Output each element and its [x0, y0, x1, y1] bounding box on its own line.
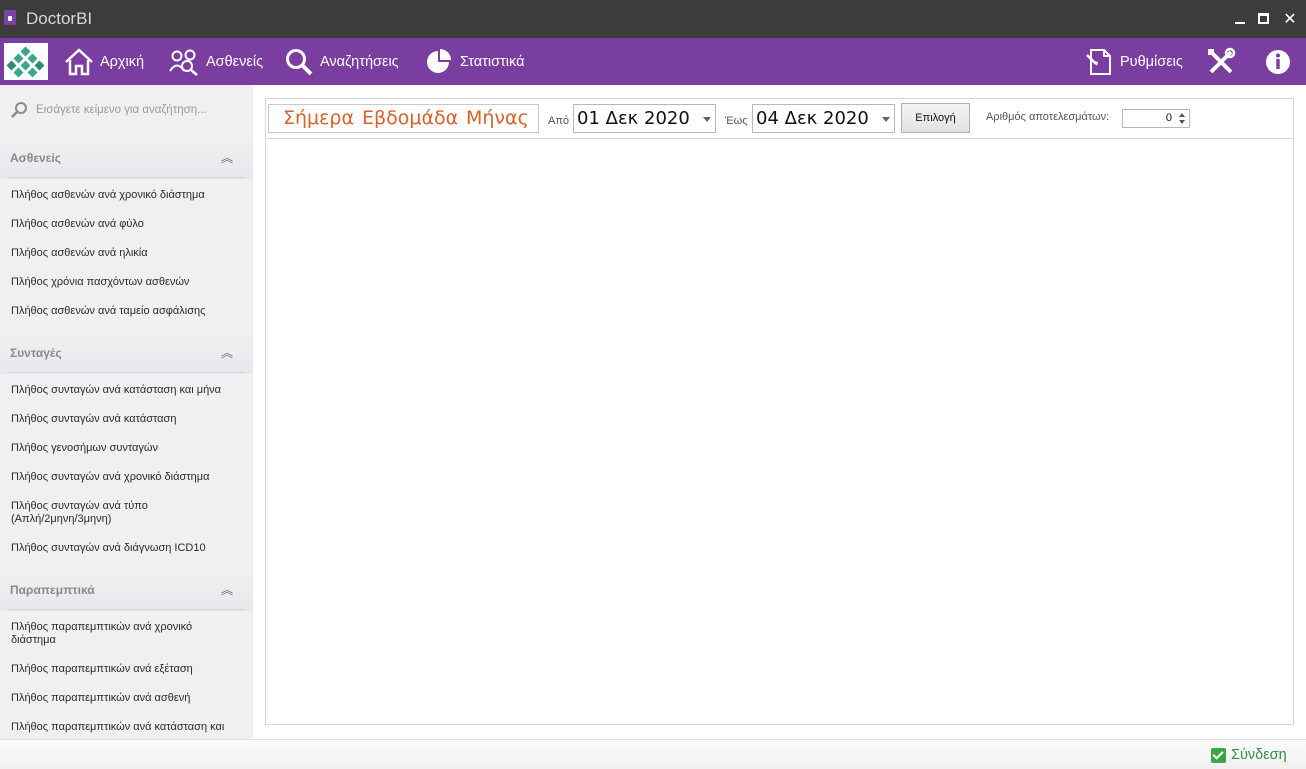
nav-statistics-label: Στατιστικά	[460, 53, 525, 70]
sidebar-search[interactable]: Εισάγετε κείμενο για αναζήτηση...	[10, 101, 207, 119]
main-toolbar: Αρχική Ασθενείς Αναζητήσεις Στατιστικά Ρ…	[0, 38, 1306, 85]
sidebar-item[interactable]: Πλήθος παραπεμπτικών ανά χρονικό διάστημ…	[11, 621, 221, 647]
sidebar-item[interactable]: Πλήθος παραπεμπτικών ανά ασθενή	[11, 692, 246, 705]
to-date-value: 04 Δεκ 2020	[756, 108, 869, 129]
sidebar: Εισάγετε κείμενο για αναζήτηση... Ασθενε…	[0, 85, 253, 739]
sidebar-item[interactable]: Πλήθος ασθενών ανά φύλο	[11, 218, 246, 231]
sidebar-item[interactable]: Πλήθος συνταγών ανά διάγνωση ICD10	[11, 542, 246, 555]
window-title: DoctorBI	[26, 9, 93, 28]
to-date-picker[interactable]: 04 Δεκ 2020	[752, 104, 895, 133]
date-filter-bar: Σήμερα Εβδομάδα Μήνας Από 01 Δεκ 2020 Έω…	[266, 99, 1293, 139]
nav-settings-label: Ρυθμίσεις	[1120, 53, 1183, 70]
tools-icon	[1208, 47, 1236, 73]
results-count-spinner[interactable]: 0	[1122, 109, 1190, 128]
collapse-chevron-icon[interactable]: ︽	[221, 149, 233, 166]
collapse-chevron-icon[interactable]: ︽	[221, 344, 233, 361]
results-count-label: Αριθμός αποτελεσμάτων:	[986, 111, 1110, 123]
nav-settings[interactable]: Ρυθμίσεις	[1084, 38, 1183, 85]
from-date-picker[interactable]: 01 Δεκ 2020	[573, 104, 716, 133]
quick-week-link[interactable]: Εβδομάδα	[362, 107, 458, 129]
app-icon	[4, 10, 16, 25]
quick-month-link[interactable]: Μήνας	[466, 107, 529, 129]
patients-icon	[169, 49, 198, 76]
dropdown-arrow-icon[interactable]	[882, 117, 890, 122]
results-panel: Σήμερα Εβδομάδα Μήνας Από 01 Δεκ 2020 Έω…	[265, 98, 1294, 725]
sidebar-item[interactable]: Πλήθος ασθενών ανά ηλικία	[11, 247, 246, 260]
title-bar: DoctorBI ✕	[0, 0, 1306, 38]
quick-today-link[interactable]: Σήμερα	[283, 107, 354, 129]
from-date-value: 01 Δεκ 2020	[577, 108, 690, 129]
divider	[8, 177, 244, 178]
select-button[interactable]: Επιλογή	[901, 103, 970, 133]
divider	[8, 609, 244, 610]
nav-statistics[interactable]: Στατιστικά	[424, 38, 524, 85]
home-icon	[65, 47, 93, 75]
nav-patients[interactable]: Ασθενείς	[168, 38, 263, 85]
sidebar-item[interactable]: Πλήθος παραπεμπτικών ανά κατάσταση και	[11, 721, 246, 734]
sidebar-item[interactable]: Πλήθος ασθενών ανά χρονικό διάστημα	[11, 189, 246, 202]
maximize-button[interactable]	[1253, 8, 1275, 30]
sidebar-item[interactable]: Πλήθος χρόνια πασχόντων ασθενών	[11, 276, 246, 289]
info-button[interactable]	[1264, 38, 1298, 85]
info-icon	[1266, 49, 1290, 74]
login-label: Σύνδεση	[1231, 747, 1287, 763]
sidebar-item[interactable]: Πλήθος συνταγών ανά χρονικό διάστημα	[11, 471, 246, 484]
tools-button[interactable]	[1206, 38, 1242, 85]
search-icon	[286, 48, 313, 75]
spin-up-icon[interactable]	[1179, 113, 1185, 117]
nav-searches-label: Αναζητήσεις	[320, 53, 399, 70]
magnifier-icon	[11, 102, 27, 118]
close-button[interactable]: ✕	[1279, 8, 1301, 30]
pie-chart-icon	[427, 48, 451, 73]
dropdown-arrow-icon[interactable]	[703, 117, 711, 122]
sidebar-item[interactable]: Πλήθος ασθενών ανά ταμείο ασφάλισης	[11, 305, 246, 318]
logo-icon	[6, 46, 45, 78]
quick-range-box: Σήμερα Εβδομάδα Μήνας	[268, 104, 539, 133]
group-header-patients[interactable]: Ασθενείς ︽	[0, 139, 253, 179]
group-header-referrals[interactable]: Παραπεμπτικά ︽	[0, 571, 253, 611]
from-label: Από	[548, 115, 570, 127]
group-title: Ασθενείς	[10, 151, 61, 165]
sidebar-item[interactable]: Πλήθος συνταγών ανά κατάσταση και μήνα	[11, 384, 246, 397]
sidebar-search-input[interactable]: Εισάγετε κείμενο για αναζήτηση...	[36, 104, 207, 116]
group-header-prescriptions[interactable]: Συνταγές ︽	[0, 334, 253, 374]
collapse-chevron-icon[interactable]: ︽	[221, 581, 233, 598]
settings-document-icon	[1086, 48, 1111, 75]
to-label: Έως	[725, 115, 748, 127]
group-title: Παραπεμπτικά	[10, 583, 95, 597]
sidebar-item[interactable]: Πλήθος γενοσήμων συνταγών	[11, 442, 246, 455]
results-count-value: 0	[1165, 112, 1172, 124]
nav-home-label: Αρχική	[100, 53, 145, 70]
status-bar: Σύνδεση	[0, 739, 1306, 769]
sidebar-item[interactable]: Πλήθος παραπεμπτικών ανά εξέταση	[11, 663, 246, 676]
nav-patients-label: Ασθενείς	[206, 53, 264, 70]
sidebar-item[interactable]: Πλήθος συνταγών ανά τύπο (Απλή/2μηνη/3μη…	[11, 500, 171, 526]
nav-home[interactable]: Αρχική	[64, 38, 144, 85]
nav-searches[interactable]: Αναζητήσεις	[284, 38, 399, 85]
minimize-button[interactable]	[1229, 8, 1251, 30]
login-status[interactable]: Σύνδεση	[1211, 747, 1287, 763]
main-content: Σήμερα Εβδομάδα Μήνας Από 01 Δεκ 2020 Έω…	[253, 85, 1306, 739]
group-title: Συνταγές	[10, 346, 62, 360]
sidebar-item[interactable]: Πλήθος συνταγών ανά κατάσταση	[11, 413, 246, 426]
checkbox-icon	[1211, 747, 1226, 763]
app-logo[interactable]	[4, 43, 48, 80]
divider	[8, 372, 244, 373]
spin-down-icon[interactable]	[1179, 120, 1185, 124]
